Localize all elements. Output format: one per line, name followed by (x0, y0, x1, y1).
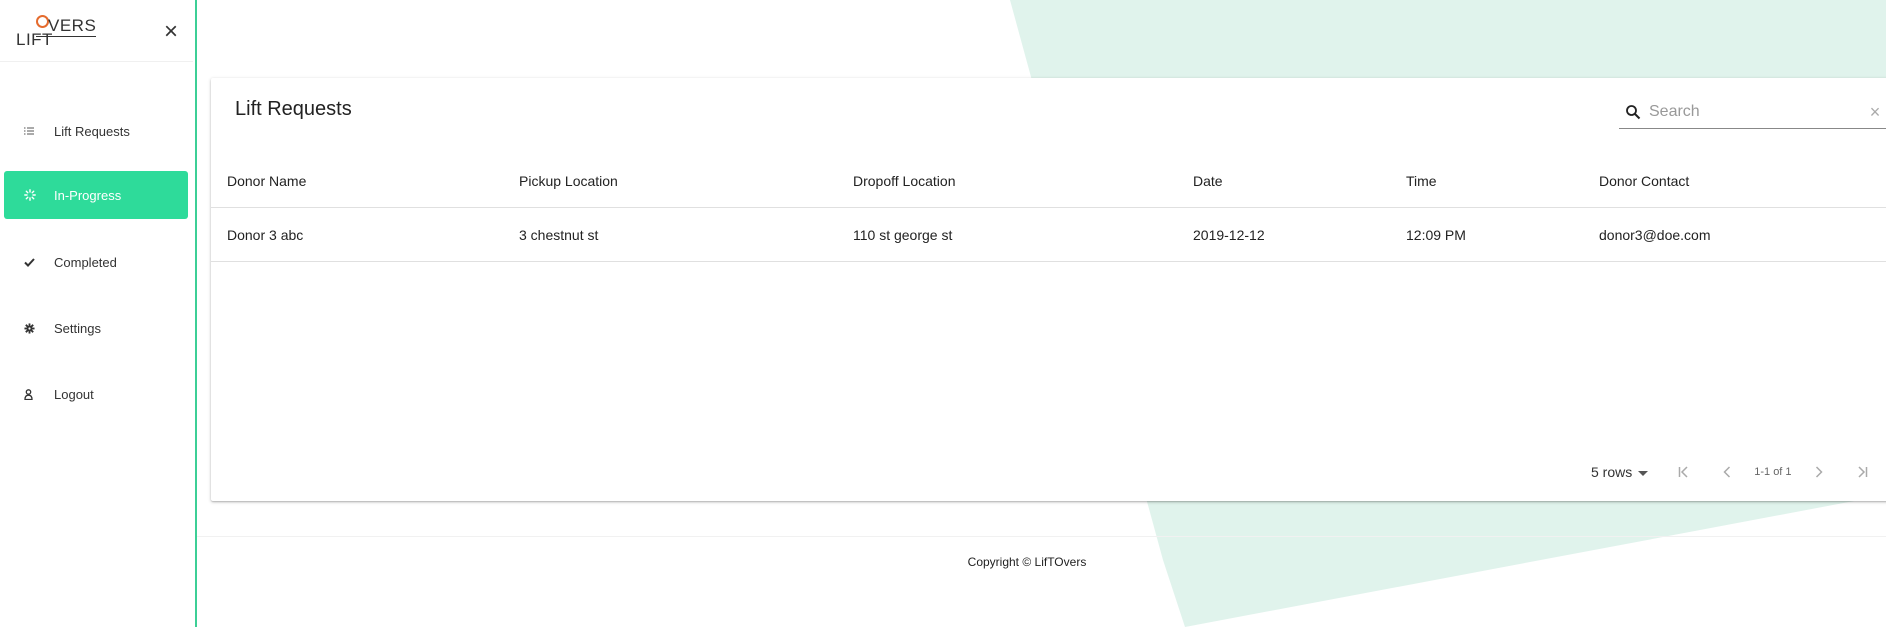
search-input[interactable] (1647, 102, 1861, 122)
sidebar-item-label: Lift Requests (54, 123, 130, 139)
gear-icon (4, 322, 54, 334)
page-title: Lift Requests (235, 98, 352, 120)
rows-per-page-select[interactable]: 5 rows (1591, 464, 1649, 480)
caret-down-icon (1638, 464, 1649, 480)
sidebar: VERS LIFT × Lift Requests In-Progress Co… (0, 0, 197, 627)
column-header-donor-name[interactable]: Donor Name (227, 154, 306, 207)
table-row[interactable]: Donor 3 abc 3 chestnut st 110 st george … (211, 208, 1886, 262)
sidebar-item-label: Logout (54, 386, 94, 402)
sidebar-item-settings[interactable]: Settings (4, 304, 188, 352)
check-icon (4, 257, 54, 267)
sidebar-item-logout[interactable]: Logout (4, 370, 188, 418)
cell-dropoff-location: 110 st george st (853, 226, 953, 243)
sidebar-item-label: In-Progress (54, 187, 122, 203)
close-sidebar-button[interactable]: × (161, 20, 181, 44)
footer-divider (197, 536, 1886, 537)
lift-requests-card: Lift Requests × Donor Name Pickup Locati… (211, 78, 1886, 501)
column-header-pickup-location[interactable]: Pickup Location (519, 154, 618, 207)
clear-search-icon[interactable]: × (1861, 102, 1886, 123)
list-icon (4, 127, 54, 135)
previous-page-button[interactable] (1714, 459, 1740, 485)
sidebar-item-completed[interactable]: Completed (4, 238, 188, 286)
cell-time: 12:09 PM (1406, 226, 1466, 243)
first-page-icon (1678, 466, 1688, 478)
cell-date: 2019-12-12 (1193, 226, 1265, 243)
close-icon: × (163, 18, 178, 45)
first-page-button[interactable] (1672, 459, 1698, 485)
chevron-left-icon (1723, 466, 1731, 478)
page-range: 1-1 of 1 (1754, 466, 1792, 478)
rows-per-page-value: 5 rows (1591, 464, 1633, 480)
footer-copyright: Copyright © LifTOvers (967, 555, 1087, 569)
cell-donor-contact: donor3@doe.com (1599, 226, 1711, 243)
cell-pickup-location: 3 chestnut st (519, 226, 599, 243)
spinner-icon (4, 189, 54, 201)
chevron-right-icon (1815, 466, 1823, 478)
logo-bottom-text: LIFT (16, 30, 53, 49)
sidebar-item-in-progress[interactable]: In-Progress (4, 171, 188, 219)
column-header-donor-contact[interactable]: Donor Contact (1599, 154, 1689, 207)
sidebar-item-label: Settings (54, 320, 101, 336)
cell-donor-name: Donor 3 abc (227, 226, 304, 243)
lift-requests-table: Donor Name Pickup Location Dropoff Locat… (211, 154, 1886, 262)
column-header-dropoff-location[interactable]: Dropoff Location (853, 154, 955, 207)
search-bar: × (1619, 96, 1886, 129)
pagination: 5 rows 1-1 of 1 (1591, 456, 1882, 488)
search-icon (1619, 104, 1647, 120)
app-logo[interactable]: VERS LIFT (14, 15, 97, 52)
sidebar-item-lift-requests[interactable]: Lift Requests (4, 107, 188, 155)
user-icon (4, 388, 54, 400)
column-header-date[interactable]: Date (1193, 154, 1223, 207)
sidebar-item-label: Completed (54, 254, 117, 270)
table-header-row: Donor Name Pickup Location Dropoff Locat… (211, 154, 1886, 208)
last-page-icon (1858, 466, 1867, 478)
last-page-button[interactable] (1848, 459, 1874, 485)
sidebar-divider (0, 61, 193, 62)
next-page-button[interactable] (1806, 459, 1832, 485)
column-header-time[interactable]: Time (1406, 154, 1437, 207)
